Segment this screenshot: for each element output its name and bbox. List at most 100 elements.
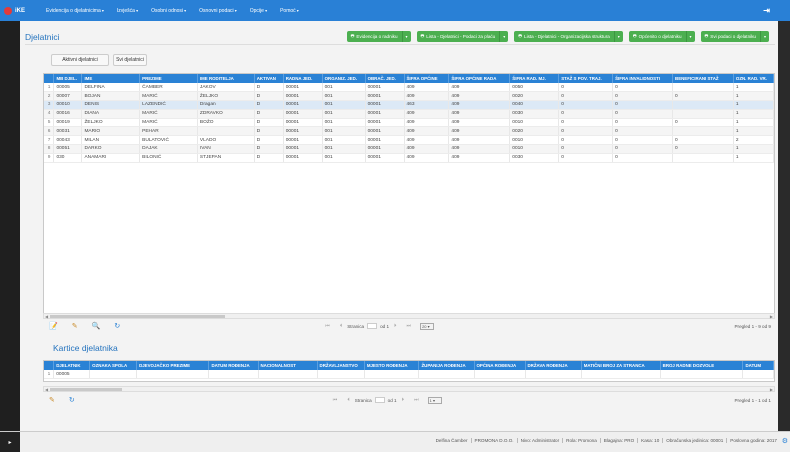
search-icon[interactable]: 🔍 [92,322,101,330]
chevron-down-icon[interactable]: ▾ [401,31,411,42]
column-header[interactable]: IME RODITELJA [197,74,255,83]
prev-page-icon[interactable]: ⏴ [347,397,350,403]
table-row[interactable]: 3 00010 DENIS LAZENDIĆ Dragan D 00001 001 00001 4… [44,100,775,110]
table-cell: ČAMBER [139,83,198,93]
table-row[interactable]: 6 00031 MARIO PEHAR D 00001 001 00001 409 409 0020… [44,126,775,137]
menu-opcije[interactable]: Opcije [250,8,267,14]
scroll-right-icon[interactable]: ▶ [770,387,773,392]
chevron-down-icon[interactable]: ▾ [499,31,508,42]
page-size-select[interactable]: 20 ▾ [420,322,435,330]
page-number-input[interactable] [374,397,385,403]
menu-pomoc[interactable]: Pomoć [280,8,299,14]
table-cell: ŽELJKO [81,118,141,128]
lista-podaci-za-placu-button[interactable]: Lista - Djelatnici - Podaci za plaću▾ [416,31,509,42]
first-page-icon[interactable]: ⏮ [333,397,338,403]
action-toolbar: Evidencija o radniku▾ Lista - Djelatnici… [341,31,769,42]
column-header[interactable]: DJELATNIK [53,361,91,370]
refresh-icon[interactable]: ↻ [69,396,75,404]
page-size-select[interactable]: 1 ▾ [427,396,442,404]
scrollbar-thumb[interactable] [50,315,225,318]
column-header[interactable]: DRŽAVA ROĐENJA [525,361,582,370]
active-employees-button[interactable]: Aktivni djelatnici [51,54,109,66]
chevron-down-icon[interactable]: ▾ [760,31,769,42]
column-header[interactable]: MATIČNI BROJ ZA STRANCA [581,361,661,370]
opcenito-o-djelatniku-button[interactable]: Općenito o djelatniku▾ [628,31,695,42]
column-header[interactable]: ŠIFRA INVALIDNOSTI [612,74,674,83]
expand-arrow-icon[interactable]: ▸ [0,432,20,452]
table-cell: 0 [612,153,674,163]
chevron-down-icon[interactable]: ▾ [685,31,695,42]
table-cell: 409 [448,144,511,154]
scroll-left-icon[interactable]: ◀ [45,314,48,319]
menu-evidencija[interactable]: Evidencija o djelatnicima [46,8,104,14]
next-page-icon[interactable]: ⏵ [394,323,397,329]
column-header[interactable]: PREZIME [139,74,198,83]
cards-body: 1 00005 [44,370,774,380]
table-cell: 00001 [365,135,405,146]
column-header[interactable]: IME [81,74,141,83]
column-header[interactable]: ŠIFRA OPĆINE RADA [448,74,511,83]
table-cell: 00001 [365,118,405,128]
logout-icon[interactable]: ⇥ [763,6,770,15]
column-header[interactable]: OZNAKA SPOLA [89,361,138,370]
first-page-icon[interactable]: ⏮ [325,323,330,329]
menu-izvjesca[interactable]: Izvješća [117,8,138,14]
last-page-icon[interactable]: ⏭ [407,323,412,329]
column-header[interactable]: STAŽ S POV. TRAJ. [558,74,614,83]
table-cell: 00031 [53,126,83,137]
column-header[interactable]: OBRAČ. JED. [365,74,405,83]
table-cell: Dragan [197,100,255,110]
table-row[interactable]: 7 00043 MILAN BULATOVIĆ VLADO D 00001 001 00001 4… [44,135,775,146]
edit-icon[interactable]: ✎ [72,322,78,330]
table-row[interactable]: 9 030 ANAMARI BILONIĆ STJEPAN D 00001 001 00001 4… [44,153,775,163]
all-employees-button[interactable]: Svi djelatnici [113,54,147,66]
table-row[interactable]: 2 00007 BOJAN MARIĆ ŽELJKO D 00001 001 00001 409 4… [44,91,775,102]
column-header[interactable]: ORGANIZ. JED. [322,74,366,83]
column-header[interactable]: DATUM ROĐENJA [208,361,259,370]
employees-horizontal-scrollbar[interactable]: ◀ ▶ [43,313,775,319]
column-header[interactable]: RADNA JED. [283,74,323,83]
table-cell: 0010 [509,144,560,154]
table-row[interactable]: 1 00005 DELFINA ČAMBER JAKOV D 00001 001 00001 40… [44,83,775,93]
column-header[interactable]: BENEFICIRANI STAŽ [672,74,734,83]
table-row[interactable]: 4 00016 DIANA MARIĆ ZDRAVKO D 00001 001 00001 409… [44,109,775,119]
column-header[interactable]: OZN. RAD. VR. [733,74,775,83]
column-header[interactable]: NACIONALNOST [258,361,318,370]
column-header[interactable]: DATUM [742,361,774,370]
next-page-icon[interactable]: ⏵ [402,397,405,403]
evidencija-o-radniku-button[interactable]: Evidencija o radniku▾ [346,31,411,42]
last-page-icon[interactable]: ⏭ [414,397,419,403]
svi-podaci-o-djelatniku-button[interactable]: Svi podaci o djelatniku▾ [700,31,769,42]
scrollbar-thumb[interactable] [50,388,122,391]
column-header[interactable]: MB DJEL. [53,74,83,83]
column-header[interactable]: DJEVOJAČKO PREZIME [136,361,210,370]
app-logo[interactable]: iKE [0,6,46,15]
page-title: Djelatnici [25,32,60,42]
column-header[interactable]: BROJ RADNE DOZVOLE [660,361,744,370]
prev-page-icon[interactable]: ⏴ [340,323,343,329]
table-row[interactable]: 1 00005 [44,370,774,380]
employees-body: 1 00005 DELFINA ČAMBER JAKOV D 00001 001 00001 40… [44,83,775,163]
add-icon[interactable]: 📝 [49,322,58,330]
table-cell: D [254,118,284,128]
column-header[interactable]: ŠIFRA OPĆINE [404,74,450,83]
column-header[interactable]: ŠIFRA RAD. MJ. [509,74,560,83]
page-number-input[interactable] [367,323,378,329]
scroll-left-icon[interactable]: ◀ [45,387,48,392]
chevron-down-icon[interactable]: ▾ [613,31,623,42]
edit-icon[interactable]: ✎ [49,396,55,404]
refresh-icon[interactable]: ↻ [114,322,120,330]
column-header[interactable]: AKTIVAN [254,74,284,83]
column-header[interactable]: MJESTO ROĐENJA [364,361,420,370]
cards-horizontal-scrollbar[interactable]: ◀ ▶ [43,386,775,392]
column-header[interactable]: DRŽAVLJANSTVO [317,361,365,370]
menu-osobni-odnosi[interactable]: Osobni odnosi [151,8,186,14]
table-row[interactable]: 8 00051 DARKO DAJAK IVAN D 00001 001 00001 409 409… [44,144,775,154]
column-header[interactable]: OPĆINA ROĐENJA [474,361,526,370]
table-row[interactable]: 5 00019 ŽELJKO MARIĆ BOŽO D 00001 001 00001 409 40… [44,118,775,128]
scroll-right-icon[interactable]: ▶ [770,314,773,319]
lista-organizacijska-struktura-button[interactable]: Lista - Djelatnici - Organizacijska stru… [514,31,623,42]
column-header[interactable]: ŽUPANIJA ROĐENJA [418,361,475,370]
gear-icon[interactable]: ⚙ [782,437,788,445]
menu-osnovni-podaci[interactable]: Osnovni podaci [199,8,237,14]
